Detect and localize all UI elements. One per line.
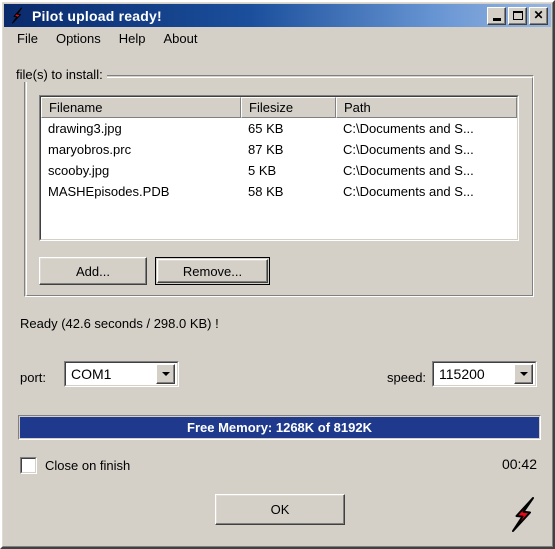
menu-item-file[interactable]: File: [8, 29, 47, 49]
table-row[interactable]: MASHEpisodes.PDB 58 KB C:\Documents and …: [41, 181, 517, 202]
close-on-finish-row[interactable]: Close on finish: [20, 457, 130, 474]
table-row[interactable]: drawing3.jpg 65 KB C:\Documents and S...: [41, 118, 517, 139]
menu-item-help[interactable]: Help: [110, 29, 155, 49]
cell-filename: drawing3.jpg: [48, 121, 122, 136]
remove-button-label: Remove...: [157, 259, 268, 283]
cell-filename: scooby.jpg: [48, 163, 110, 178]
add-button[interactable]: Add...: [39, 257, 147, 285]
app-window: Pilot upload ready! ✕ File Options Help …: [0, 0, 555, 549]
close-icon: ✕: [533, 8, 544, 22]
menu-bar: File Options Help About: [4, 28, 551, 49]
column-header-filesize[interactable]: Filesize: [241, 97, 336, 118]
elapsed-timer: 00:42: [501, 456, 537, 472]
port-label: port:: [20, 370, 47, 385]
title-bar[interactable]: Pilot upload ready! ✕: [4, 4, 551, 27]
close-button[interactable]: ✕: [529, 6, 548, 25]
file-list[interactable]: Filename Filesize Path drawing3.jpg 65 K…: [39, 95, 519, 241]
speed-select-value: 115200: [439, 366, 485, 382]
cell-filesize: 58 KB: [248, 184, 284, 199]
column-header-filename[interactable]: Filename: [41, 97, 241, 118]
port-select-inner: COM1: [65, 362, 178, 386]
cell-filename: MASHEpisodes.PDB: [48, 184, 170, 199]
remove-button[interactable]: Remove...: [155, 257, 270, 285]
memory-progress-bar: Free Memory: 1268K of 8192K: [18, 415, 541, 440]
speed-select-inner: 115200: [433, 362, 536, 386]
cell-filesize: 65 KB: [248, 121, 284, 136]
title-bar-buttons: ✕: [487, 6, 548, 25]
status-text: Ready (42.6 seconds / 298.0 KB) !: [20, 316, 219, 331]
speed-label: speed:: [387, 370, 427, 385]
close-on-finish-label: Close on finish: [45, 458, 131, 473]
chevron-down-icon[interactable]: [156, 364, 175, 384]
minimize-icon: [492, 17, 501, 21]
lightning-bolt-icon: [7, 6, 27, 25]
arrow-down-glyph: [161, 372, 170, 376]
menu-item-about[interactable]: About: [155, 29, 207, 49]
files-groupbox-label: file(s) to install:: [12, 67, 107, 82]
window-title: Pilot upload ready!: [32, 7, 162, 24]
lightning-bolt-logo: [503, 495, 541, 535]
cell-filesize: 5 KB: [248, 163, 277, 178]
cell-filename: maryobros.prc: [48, 142, 132, 157]
menu-item-options[interactable]: Options: [47, 29, 110, 49]
cell-path: C:\Documents and S...: [343, 121, 474, 136]
table-row[interactable]: scooby.jpg 5 KB C:\Documents and S...: [41, 160, 517, 181]
speed-select[interactable]: 115200: [432, 361, 537, 387]
minimize-button[interactable]: [487, 6, 506, 25]
memory-progress-fill: Free Memory: 1268K of 8192K: [20, 417, 539, 438]
file-list-body: drawing3.jpg 65 KB C:\Documents and S...…: [41, 118, 517, 202]
close-on-finish-checkbox[interactable]: [20, 457, 37, 474]
file-list-inner: Filename Filesize Path drawing3.jpg 65 K…: [40, 96, 518, 240]
chevron-down-icon[interactable]: [514, 364, 533, 384]
arrow-down-glyph: [519, 372, 528, 376]
cell-path: C:\Documents and S...: [343, 163, 474, 178]
port-select-value: COM1: [71, 366, 112, 382]
table-row[interactable]: maryobros.prc 87 KB C:\Documents and S..…: [41, 139, 517, 160]
ok-button[interactable]: OK: [215, 494, 345, 525]
maximize-button[interactable]: [508, 6, 527, 25]
cell-filesize: 87 KB: [248, 142, 284, 157]
port-select[interactable]: COM1: [64, 361, 179, 387]
column-header-path[interactable]: Path: [336, 97, 517, 118]
memory-progress-label: Free Memory: 1268K of 8192K: [187, 420, 372, 435]
maximize-icon: [512, 11, 523, 20]
cell-path: C:\Documents and S...: [343, 184, 474, 199]
cell-path: C:\Documents and S...: [343, 142, 474, 157]
file-list-header: Filename Filesize Path: [41, 97, 517, 118]
